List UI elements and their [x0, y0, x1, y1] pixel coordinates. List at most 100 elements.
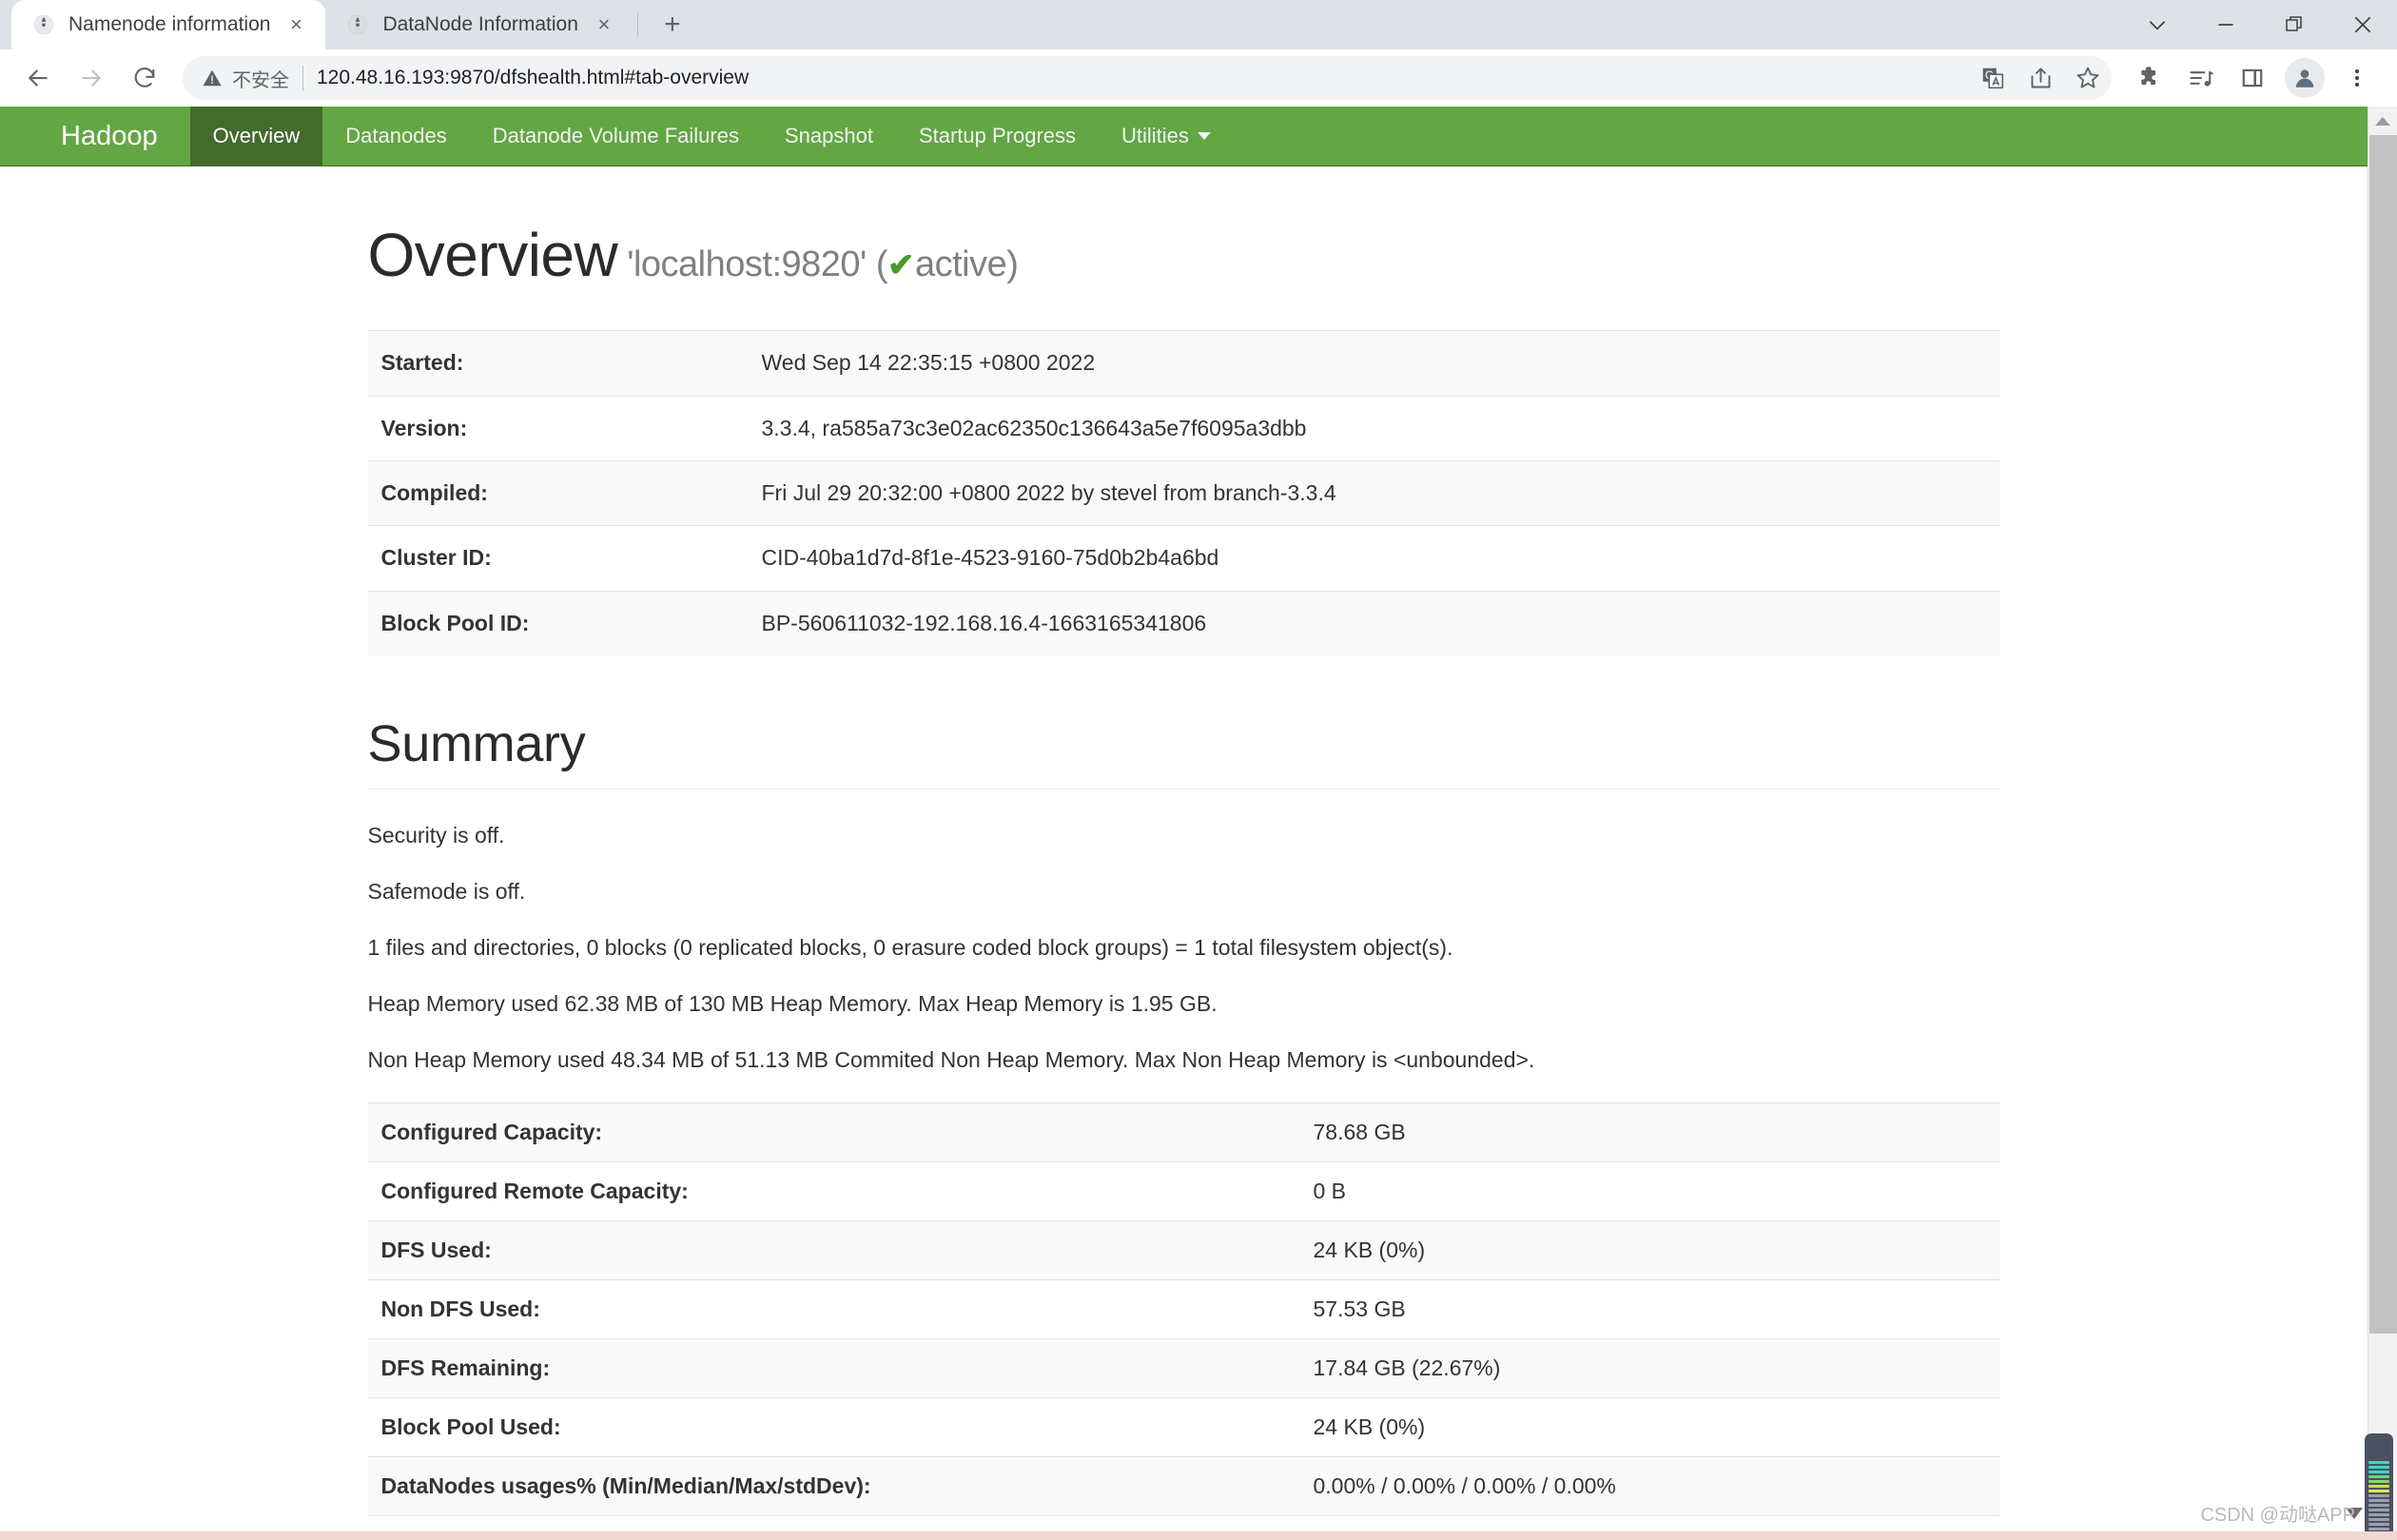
- not-secure-warning-icon: [203, 69, 222, 87]
- forward-button[interactable]: [67, 53, 116, 103]
- star-icon[interactable]: [2064, 53, 2112, 103]
- nav-item-label: Datanodes: [345, 124, 447, 147]
- omnibox-divider: [302, 66, 303, 90]
- overview-table: Started: Wed Sep 14 22:35:15 +0800 2022 …: [367, 330, 2000, 656]
- maximize-restore-icon[interactable]: [2260, 0, 2329, 49]
- page-title: Overview'localhost:9820' (✔active): [368, 222, 2000, 288]
- media-list-icon[interactable]: [2176, 53, 2226, 103]
- page-title-main: Overview: [367, 221, 618, 289]
- meter-bar: [2368, 1480, 2389, 1483]
- chevron-up-icon: [2375, 116, 2390, 126]
- side-panel-icon[interactable]: [2228, 53, 2277, 103]
- browser-toolbar: 不安全 120.48.16.193:9870/dfshealth.html#ta…: [0, 49, 2397, 107]
- toolbar-right-actions: [2125, 53, 2382, 103]
- url-text[interactable]: 120.48.16.193:9870/dfshealth.html#tab-ov…: [317, 67, 749, 89]
- summary-lines: Security is off. Safemode is off. 1 file…: [368, 822, 2000, 1074]
- row-value: Fri Jul 29 20:32:00 +0800 2022 by stevel…: [761, 480, 1336, 506]
- meter-bar: [2368, 1461, 2389, 1464]
- row-key: Configured Remote Capacity:: [380, 1178, 689, 1203]
- globe-icon: [348, 15, 368, 34]
- row-key: DFS Remaining:: [380, 1355, 551, 1380]
- nav-item-overview[interactable]: Overview: [189, 107, 323, 166]
- table-row: Version: 3.3.4, ra585a73c3e02ac62350c136…: [367, 396, 2000, 461]
- tab-divider: [636, 12, 638, 37]
- row-value: BP-560611032-192.168.16.4-1663165341806: [761, 610, 1207, 635]
- row-key: DataNodes usages% (Min/Median/Max/stdDev…: [380, 1472, 871, 1498]
- table-row: Configured Remote Capacity: 0 B: [367, 1161, 2000, 1221]
- table-row: Started: Wed Sep 14 22:35:15 +0800 2022: [367, 330, 2000, 397]
- nav-item-datanodes[interactable]: Datanodes: [322, 107, 469, 166]
- meter-bar: [2368, 1513, 2389, 1516]
- summary-line: Security is off.: [367, 823, 505, 848]
- nav-item-startup-progress[interactable]: Startup Progress: [896, 107, 1099, 166]
- meter-bar: [2368, 1509, 2389, 1511]
- scrollbar-up-button[interactable]: [2368, 107, 2397, 135]
- scrollbar-thumb[interactable]: [2369, 135, 2397, 1334]
- back-button[interactable]: [13, 53, 63, 103]
- row-value: 3.3.4, ra585a73c3e02ac62350c136643a5e7f6…: [761, 415, 1307, 440]
- puzzle-icon[interactable]: [2125, 53, 2174, 103]
- share-icon[interactable]: [2017, 53, 2064, 103]
- row-key: Version:: [380, 415, 468, 440]
- nav-item-utilities[interactable]: Utilities: [1099, 107, 1234, 166]
- page-scrollbar[interactable]: [2368, 107, 2397, 1540]
- table-row: Block Pool Used: 24 KB (0%): [367, 1397, 2000, 1457]
- address-bar[interactable]: 不安全 120.48.16.193:9870/dfshealth.html#ta…: [183, 56, 2112, 100]
- meter-bar: [2368, 1504, 2389, 1507]
- status-text: active: [914, 244, 1007, 284]
- nav-item-datanode-volume-failures[interactable]: Datanode Volume Failures: [470, 107, 762, 166]
- row-key: Started:: [380, 350, 464, 376]
- close-window-icon[interactable]: [2329, 0, 2397, 49]
- meter-bar: [2368, 1518, 2389, 1521]
- table-row: Compiled: Fri Jul 29 20:32:00 +0800 2022…: [367, 460, 2000, 526]
- hadoop-navbar: Hadoop Overview Datanodes Datanode Volum…: [0, 107, 2368, 166]
- browser-tab-namenode-information[interactable]: Namenode information ×: [11, 0, 326, 49]
- row-value: 78.68 GB: [1313, 1119, 1406, 1144]
- content-container: Overview'localhost:9820' (✔active) Starte…: [367, 166, 2000, 1540]
- chevron-down-icon[interactable]: [2123, 0, 2192, 49]
- meter-bar: [2368, 1494, 2389, 1497]
- performance-meter-widget[interactable]: [2365, 1433, 2393, 1540]
- row-key: DFS Used:: [380, 1237, 492, 1262]
- brand-hadoop[interactable]: Hadoop: [29, 107, 190, 166]
- status-badge: (✔active): [876, 244, 1019, 284]
- close-icon[interactable]: ×: [592, 12, 616, 37]
- row-value: 17.84 GB (22.67%): [1313, 1355, 1501, 1380]
- summary-line: Heap Memory used 62.38 MB of 130 MB Heap…: [367, 990, 1218, 1016]
- meter-bar: [2368, 1475, 2389, 1478]
- summary-line: Non Heap Memory used 48.34 MB of 51.13 M…: [367, 1046, 1535, 1072]
- browser-tab-datanode-information[interactable]: DataNode Information ×: [325, 0, 633, 49]
- new-tab-button[interactable]: +: [652, 4, 693, 46]
- nav-item-label: Snapshot: [784, 124, 873, 147]
- hadoop-page: Hadoop Overview Datanodes Datanode Volum…: [0, 107, 2368, 1540]
- profile-avatar-icon[interactable]: [2285, 58, 2325, 98]
- reload-button[interactable]: [120, 53, 169, 103]
- nav-item-snapshot[interactable]: Snapshot: [762, 107, 896, 166]
- row-value: CID-40ba1d7d-8f1e-4523-9160-75d0b2b4a6bd: [761, 545, 1219, 571]
- translate-icon[interactable]: G: [1969, 53, 2017, 103]
- chevron-down-icon: [1197, 132, 1211, 140]
- meter-bar: [2368, 1471, 2389, 1473]
- table-row: Configured Capacity: 78.68 GB: [367, 1102, 2000, 1162]
- minimize-icon[interactable]: [2192, 0, 2260, 49]
- meter-bar: [2368, 1485, 2389, 1488]
- row-value: Wed Sep 14 22:35:15 +0800 2022: [761, 350, 1096, 376]
- three-dot-menu-icon[interactable]: [2332, 53, 2382, 103]
- table-row: DataNodes usages% (Min/Median/Max/stdDev…: [367, 1456, 2000, 1516]
- summary-heading: Summary: [367, 714, 2000, 790]
- close-icon[interactable]: ×: [283, 12, 308, 37]
- nav-item-label: Datanode Volume Failures: [492, 124, 739, 147]
- meter-bar: [2368, 1490, 2389, 1492]
- table-row: DFS Used: 24 KB (0%): [367, 1220, 2000, 1280]
- meter-bar: [2368, 1523, 2389, 1526]
- meter-bar: [2368, 1528, 2389, 1530]
- meter-bar: [2368, 1499, 2389, 1502]
- globe-icon: [34, 15, 53, 34]
- status-open-paren: (: [875, 244, 888, 284]
- tab-title: DataNode Information: [382, 13, 578, 35]
- row-key: Block Pool Used:: [380, 1413, 561, 1439]
- row-key: Compiled:: [380, 480, 488, 506]
- meter-bar: [2368, 1466, 2389, 1469]
- row-value: 57.53 GB: [1313, 1296, 1406, 1321]
- row-value: 24 KB (0%): [1313, 1413, 1426, 1439]
